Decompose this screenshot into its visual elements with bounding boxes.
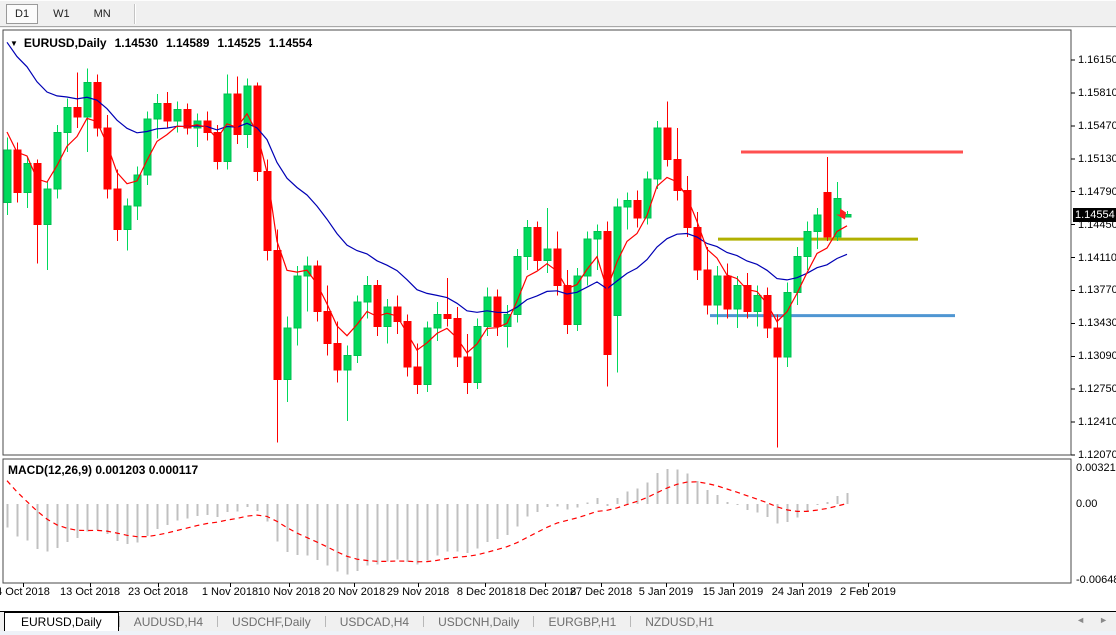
date-axis-label: 4 Oct 2018 — [0, 586, 50, 598]
price-chart-canvas[interactable] — [0, 28, 1116, 611]
macd-value: 0.001203 — [95, 463, 146, 477]
date-axis-label: 8 Dec 2018 — [456, 586, 514, 598]
date-axis-label: 13 Oct 2018 — [60, 586, 120, 598]
macd-indicator-label: MACD(12,26,9) 0.001203 0.000117 — [8, 463, 199, 477]
macd-scale-zero: 0.00 — [1076, 498, 1098, 510]
tab-eurgbp-h1[interactable]: EURGBP,H1 — [534, 612, 630, 631]
tab-usdcnh-daily[interactable]: USDCNH,Daily — [424, 612, 533, 631]
price-axis-label: 1.12410 — [1078, 416, 1116, 429]
status-strip — [0, 631, 1116, 635]
macd-signal-value: 0.000117 — [148, 463, 199, 477]
mt4-terminal: D1 W1 MN ▼ EURUSD,Daily 1.14530 1.14589 … — [0, 0, 1116, 635]
date-axis-label: 24 Jan 2019 — [771, 586, 833, 598]
price-axis-label: 1.13770 — [1078, 284, 1116, 297]
tab-audusd-h4[interactable]: AUDUSD,H4 — [120, 612, 217, 631]
price-axis-label: 1.13090 — [1078, 350, 1116, 363]
quote-close: 1.14554 — [268, 36, 313, 50]
tab-eurusd-daily[interactable]: EURUSD,Daily — [4, 612, 119, 631]
quote-high: 1.14589 — [166, 36, 210, 50]
date-axis-label: 27 Dec 2018 — [569, 586, 633, 598]
symbol-timeframe-label: EURUSD,Daily — [23, 36, 107, 50]
timeframe-button-mn[interactable]: MN — [85, 4, 120, 24]
date-axis-label: 29 Nov 2018 — [386, 586, 450, 598]
chart-tab-bar: EURUSD,Daily AUDUSD,H4 USDCHF,Daily USDCAD,… — [0, 611, 1116, 631]
macd-scale-top: 0.003216 — [1076, 462, 1116, 474]
price-axis-label: 1.15470 — [1078, 119, 1116, 132]
symbol-dropdown-icon[interactable]: ▼ — [10, 39, 18, 48]
chart-title: ▼ EURUSD,Daily 1.14530 1.14589 1.14525 1… — [10, 36, 312, 50]
price-axis-label: 1.14790 — [1078, 185, 1116, 198]
timeframe-button-d1[interactable]: D1 — [6, 3, 39, 24]
date-axis-label: 20 Nov 2018 — [322, 586, 386, 598]
date-axis-label: 15 Jan 2019 — [702, 586, 764, 598]
tab-nzdusd-h1[interactable]: NZDUSD,H1 — [631, 612, 728, 631]
macd-scale-bottom: -0.006485 — [1076, 574, 1116, 586]
price-axis-label: 1.14450 — [1078, 218, 1116, 231]
tab-scroll-left-icon[interactable]: ◄ — [1076, 615, 1085, 625]
price-axis-label: 1.16150 — [1078, 54, 1116, 66]
date-axis-label: 23 Oct 2018 — [128, 586, 188, 598]
quote-open: 1.14530 — [114, 36, 158, 50]
tab-usdchf-daily[interactable]: USDCHF,Daily — [218, 612, 325, 631]
date-axis-label: 18 Dec 2018 — [513, 586, 577, 598]
date-axis-label: 10 Nov 2018 — [257, 586, 321, 598]
date-axis-label: 2 Feb 2019 — [840, 586, 896, 598]
date-axis-label: 1 Nov 2018 — [201, 586, 259, 598]
tab-scroll-right-icon[interactable]: ► — [1099, 615, 1108, 625]
date-axis-label: 5 Jan 2019 — [638, 586, 694, 598]
price-axis-label: 1.15810 — [1078, 86, 1116, 99]
timeframe-toolbar: D1 W1 MN — [0, 0, 1116, 27]
price-axis-label: 1.13430 — [1078, 317, 1116, 330]
price-axis-label: 1.12070 — [1078, 449, 1116, 462]
timeframe-button-w1[interactable]: W1 — [44, 4, 79, 24]
toolbar-separator — [133, 3, 136, 24]
price-axis-label: 1.12750 — [1078, 383, 1116, 396]
chart-window[interactable]: ▼ EURUSD,Daily 1.14530 1.14589 1.14525 1… — [0, 28, 1116, 611]
price-axis-label: 1.14110 — [1078, 251, 1116, 264]
tab-scroll-arrows: ◄ ► — [1076, 615, 1108, 625]
price-axis-label: 1.15130 — [1078, 152, 1116, 165]
quote-low: 1.14525 — [217, 36, 261, 50]
tab-usdcad-h4[interactable]: USDCAD,H4 — [326, 612, 423, 631]
